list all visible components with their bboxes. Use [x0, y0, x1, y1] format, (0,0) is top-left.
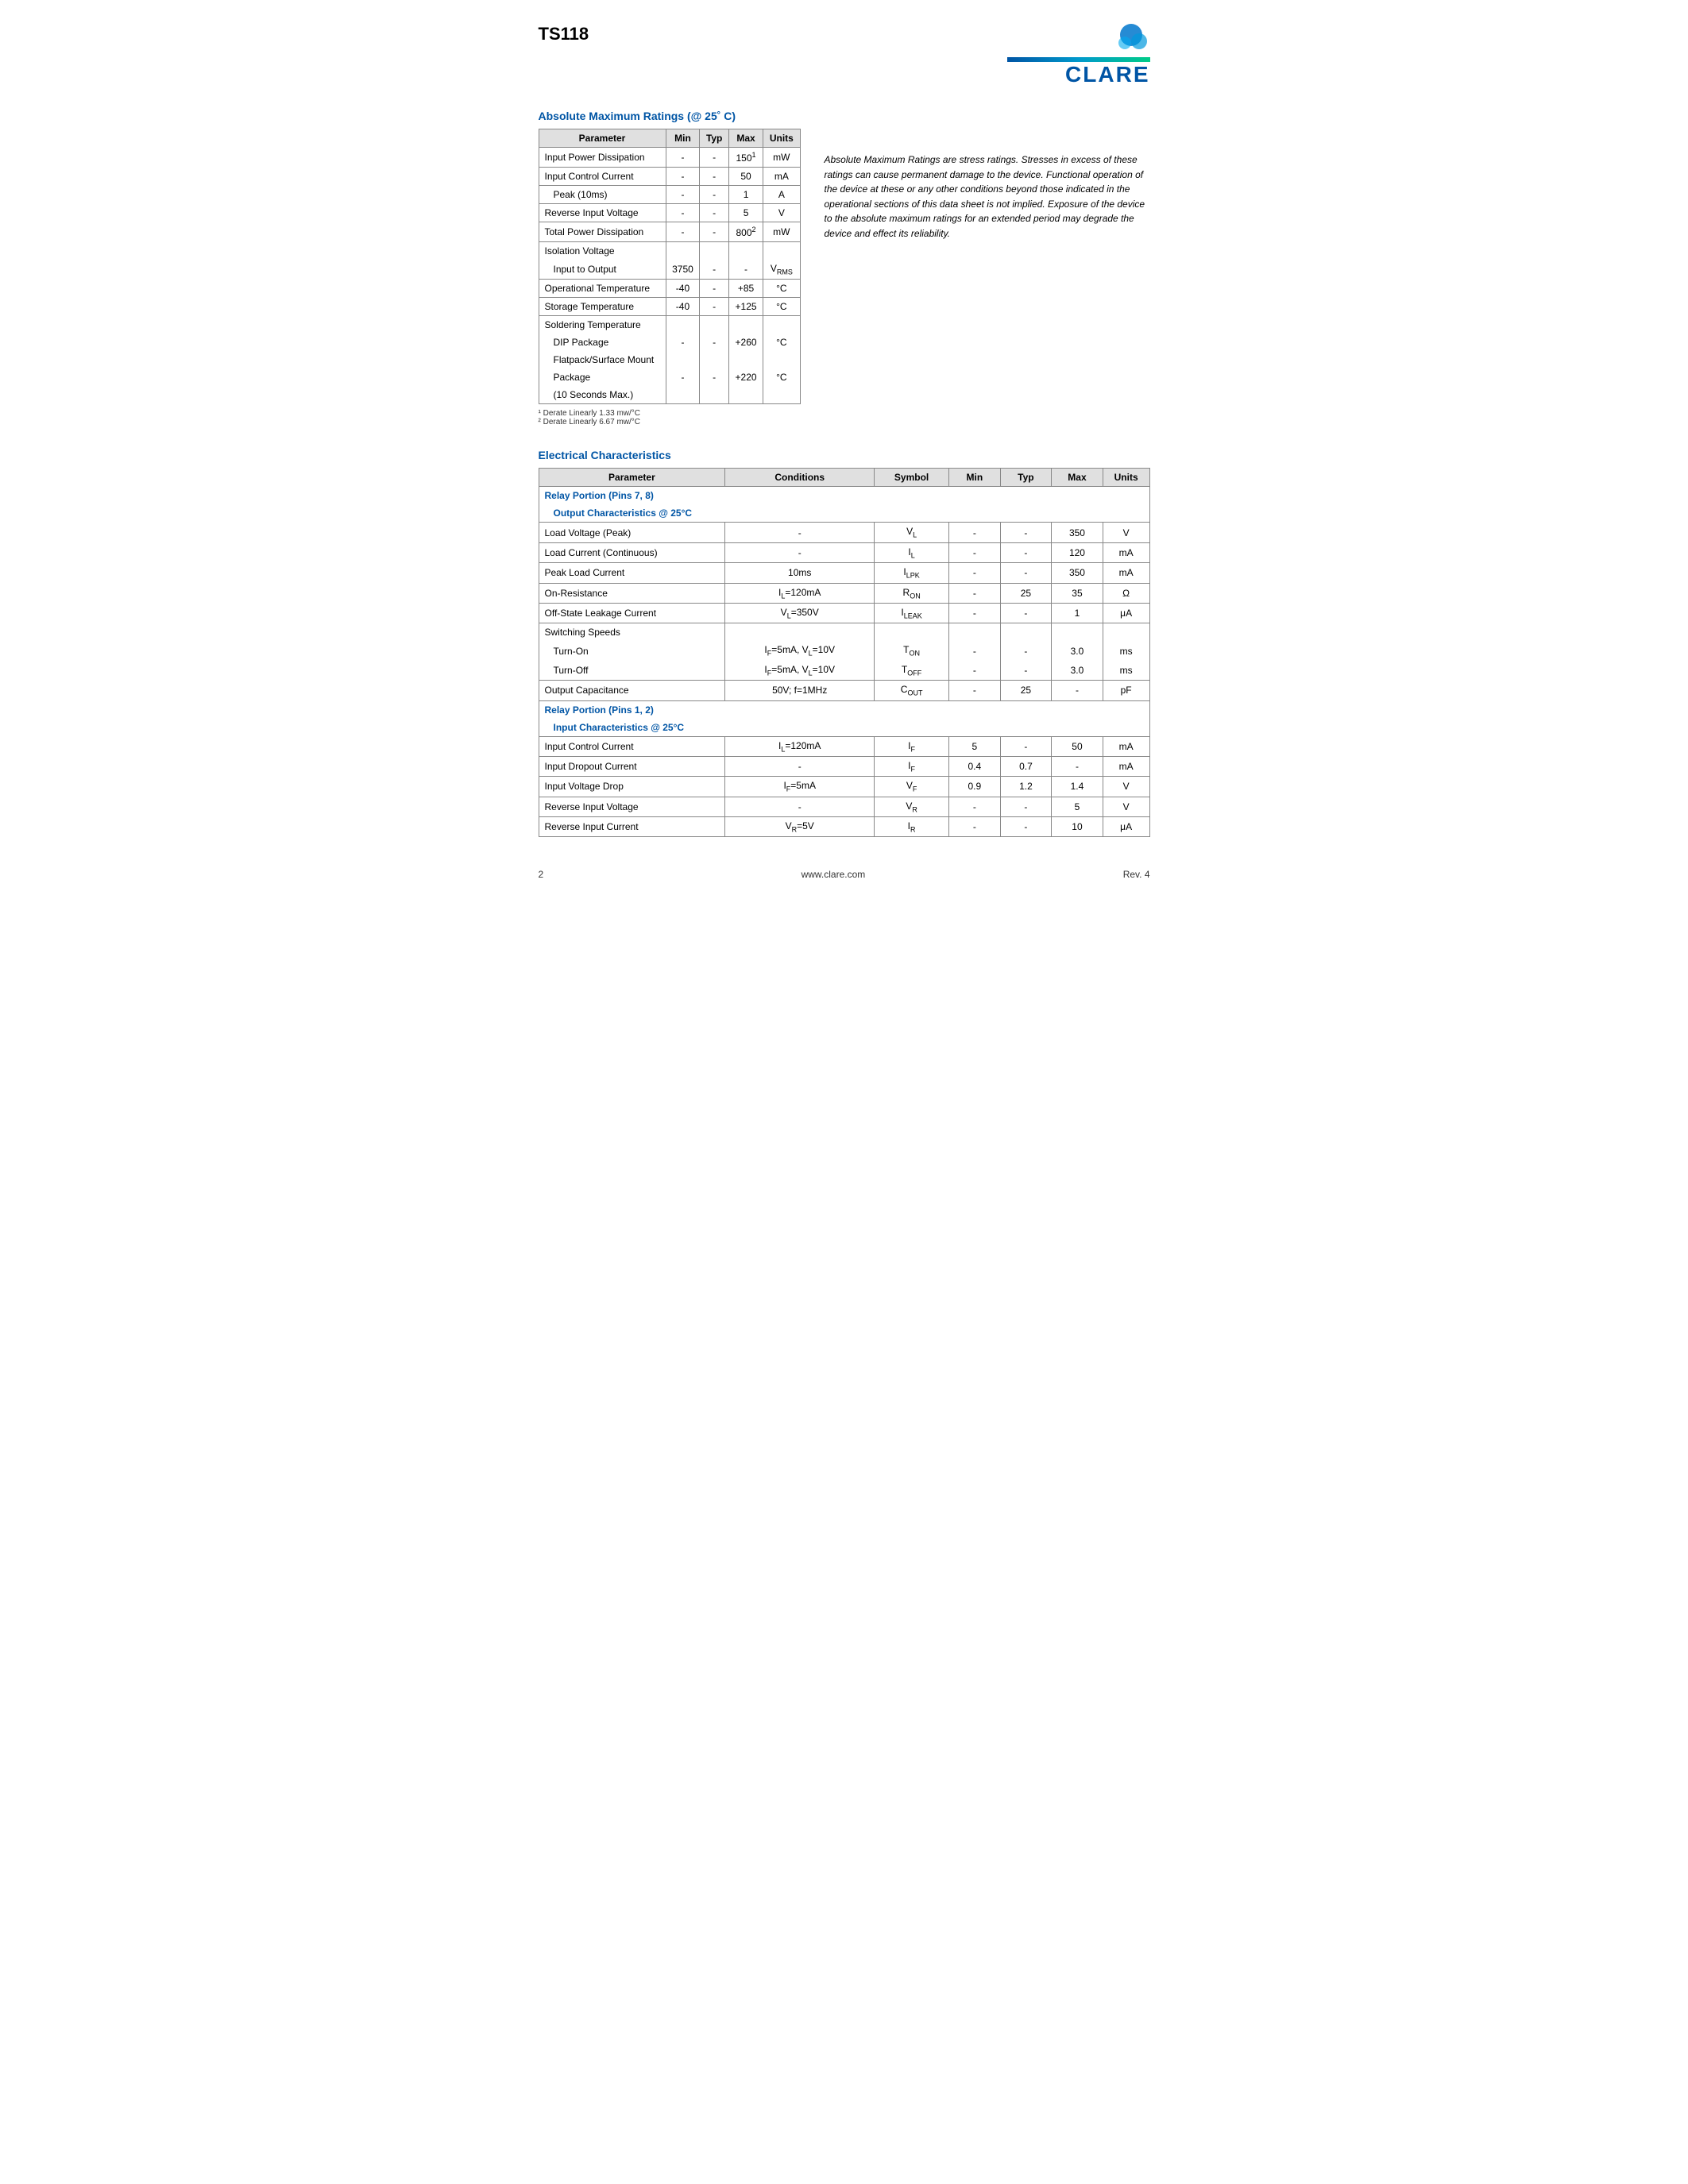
relay-subheader-2: Input Characteristics @ 25°C — [539, 719, 1149, 737]
elec-title: Electrical Characteristics — [539, 449, 1150, 461]
electrical-table: Parameter Conditions Symbol Min Typ Max … — [539, 468, 1150, 837]
table-row: Turn-On IF=5mA, VL=10V TON - - 3.0 ms — [539, 641, 1149, 660]
col-units: Units — [763, 129, 800, 148]
elec-col-max: Max — [1052, 469, 1103, 487]
elec-col-min: Min — [949, 469, 1001, 487]
table-row: Output Capacitance 50V; f=1MHz COUT - 25… — [539, 681, 1149, 700]
top-section: Parameter Min Typ Max Units Input Power … — [539, 129, 1150, 426]
table-row: Input Power Dissipation - - 1501 mW — [539, 148, 800, 168]
elec-col-typ: Typ — [1000, 469, 1052, 487]
footnotes: ¹ Derate Linearly 1.33 mw/°C ² Derate Li… — [539, 409, 801, 426]
col-typ: Typ — [700, 129, 728, 148]
table-row: Reverse Input Voltage - VR - - 5 V — [539, 797, 1149, 816]
elec-col-parameter: Parameter — [539, 469, 725, 487]
abs-max-table: Parameter Min Typ Max Units Input Power … — [539, 129, 801, 404]
elec-col-conditions: Conditions — [725, 469, 875, 487]
col-max: Max — [728, 129, 763, 148]
footnote-2: ² Derate Linearly 6.67 mw/°C — [539, 418, 801, 426]
table-row: Operational Temperature -40 - +85 °C — [539, 280, 800, 298]
table-row: Load Voltage (Peak) - VL - - 350 V — [539, 523, 1149, 542]
table-row: (10 Seconds Max.) — [539, 386, 800, 404]
footer-revision: Rev. 4 — [1123, 869, 1150, 880]
table-row: Package - - +220 °C — [539, 369, 800, 386]
abs-max-title: Absolute Maximum Ratings (@ 25˚ C) — [539, 110, 1150, 122]
table-row: Peak Load Current 10ms ILPK - - 350 mA — [539, 563, 1149, 583]
table-row: Input Control Current IL=120mA IF 5 - 50… — [539, 736, 1149, 756]
col-parameter: Parameter — [539, 129, 666, 148]
table-row: Peak (10ms) - - 1 A — [539, 186, 800, 204]
disclaimer-text: Absolute Maximum Ratings are stress rati… — [825, 129, 1150, 241]
page-header: TS118 CLARE — [539, 24, 1150, 87]
col-min: Min — [666, 129, 700, 148]
relay-header-1: Relay Portion (Pins 7, 8) — [539, 487, 1149, 505]
table-row: Flatpack/Surface Mount — [539, 351, 800, 369]
table-row: Storage Temperature -40 - +125 °C — [539, 298, 800, 316]
table-row: On-Resistance IL=120mA RON - 25 35 Ω — [539, 583, 1149, 603]
table-row: DIP Package - - +260 °C — [539, 334, 800, 351]
table-row: Switching Speeds — [539, 623, 1149, 642]
elec-col-units: Units — [1103, 469, 1149, 487]
table-row: Input Control Current - - 50 mA — [539, 168, 800, 186]
footnote-1: ¹ Derate Linearly 1.33 mw/°C — [539, 409, 801, 418]
table-row: Soldering Temperature — [539, 316, 800, 334]
table-row: Input to Output 3750 - - VRMS — [539, 260, 800, 280]
table-row: Load Current (Continuous) - IL - - 120 m… — [539, 542, 1149, 562]
table-row: Off-State Leakage Current VL=350V ILEAK … — [539, 603, 1149, 623]
table-row: Input Dropout Current - IF 0.4 0.7 - mA — [539, 756, 1149, 776]
clare-logo-icon — [1112, 24, 1150, 54]
elec-col-symbol: Symbol — [875, 469, 949, 487]
table-row: Reverse Input Voltage - - 5 V — [539, 204, 800, 222]
footer-website: www.clare.com — [543, 869, 1123, 880]
table-row: Input Voltage Drop IF=5mA VF 0.9 1.2 1.4… — [539, 777, 1149, 797]
footer-page-number: 2 — [539, 869, 544, 880]
table-row: Total Power Dissipation - - 8002 mW — [539, 222, 800, 242]
page-title: TS118 — [539, 24, 589, 44]
page-footer: 2 www.clare.com Rev. 4 — [539, 869, 1150, 880]
table-row: Isolation Voltage — [539, 242, 800, 260]
logo-area: CLARE — [1007, 24, 1150, 87]
relay-header-2: Relay Portion (Pins 1, 2) — [539, 700, 1149, 719]
relay-subheader-1: Output Characteristics @ 25°C — [539, 504, 1149, 523]
logo-text: CLARE — [1065, 62, 1149, 87]
table-row: Reverse Input Current VR=5V IR - - 10 μA — [539, 817, 1149, 837]
table-row: Turn-Off IF=5mA, VL=10V TOFF - - 3.0 ms — [539, 661, 1149, 681]
abs-max-table-container: Parameter Min Typ Max Units Input Power … — [539, 129, 801, 426]
